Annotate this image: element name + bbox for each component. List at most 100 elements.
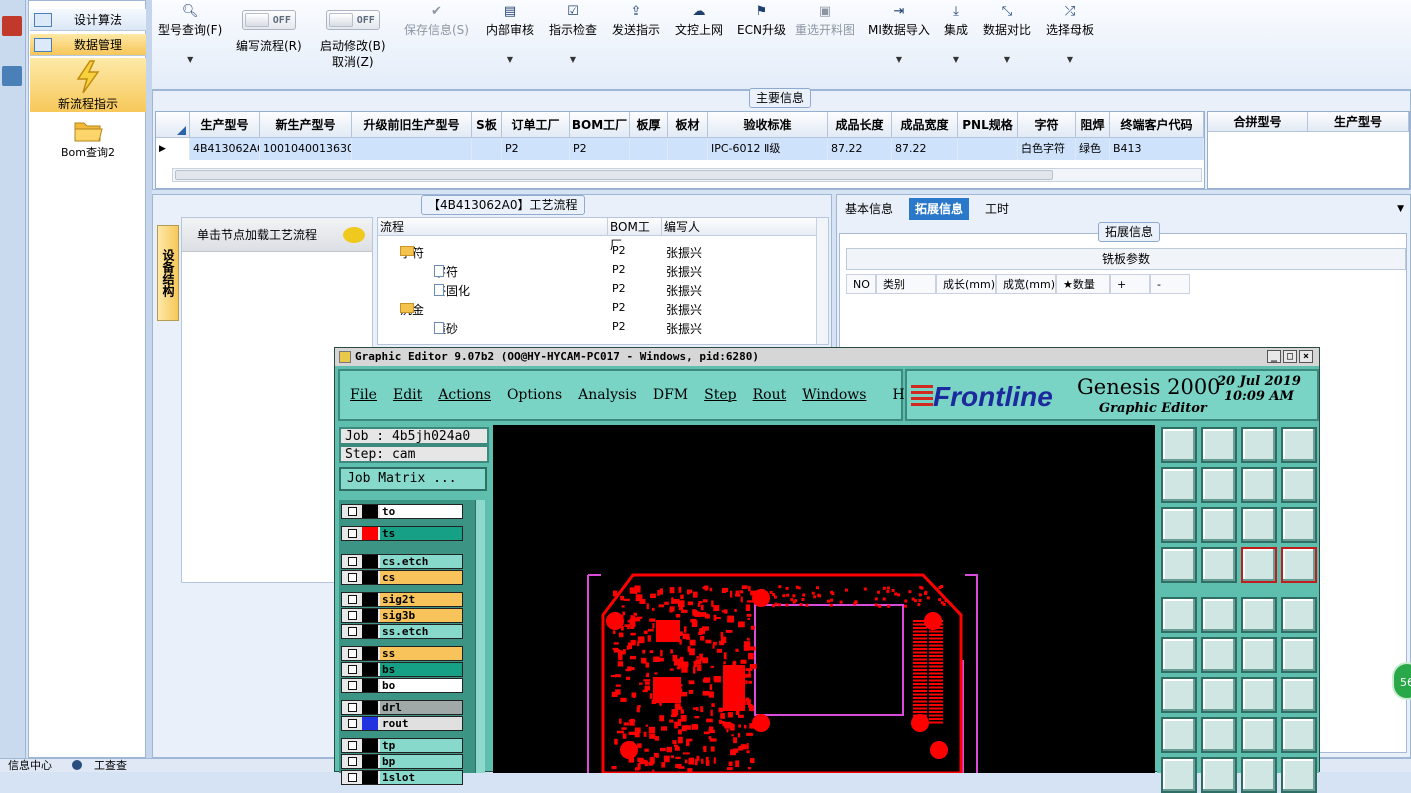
integrate-button[interactable]: ⤓ 集成 ▼ xyxy=(944,4,968,68)
home-icon[interactable] xyxy=(1241,427,1277,463)
maximize-button[interactable]: □ xyxy=(1283,350,1297,363)
column-header[interactable]: 流程 xyxy=(378,218,608,236)
pad-icon[interactable] xyxy=(1281,597,1317,633)
zoom-left-icon[interactable] xyxy=(1161,467,1197,503)
table-cell[interactable] xyxy=(958,138,1018,160)
column-header[interactable]: 编写人 xyxy=(662,218,818,236)
connect-icon[interactable] xyxy=(1161,637,1197,673)
layer-row-ss[interactable]: ss xyxy=(341,646,463,661)
add-pad-icon[interactable] xyxy=(1161,717,1197,753)
column-header[interactable]: S板 xyxy=(472,112,502,138)
close-button[interactable]: × xyxy=(1299,350,1313,363)
notification-badge[interactable]: 56 xyxy=(1392,662,1411,700)
table-cell[interactable]: 白色字符 xyxy=(1018,138,1076,160)
vertical-tab-equipment[interactable]: 设备结构 xyxy=(157,225,179,321)
window-titlebar[interactable]: Graphic Editor 9.07b2 (OO@HY-HYCAM-PC017… xyxy=(335,348,1319,366)
internal-review-button[interactable]: ▤ 内部审核 ▼ xyxy=(486,4,534,68)
menu-rout[interactable]: Rout xyxy=(753,387,787,403)
menu-actions[interactable]: Actions xyxy=(438,387,491,403)
triangle-icon[interactable] xyxy=(1201,757,1237,793)
nav-item-data-management[interactable]: 数据管理 xyxy=(30,34,146,56)
column-header[interactable]: 终端客户代码 xyxy=(1110,112,1204,138)
add-row-button[interactable]: + xyxy=(1110,274,1150,294)
grid-corner[interactable] xyxy=(156,112,190,138)
calculator-icon[interactable] xyxy=(2,66,22,86)
row-indicator[interactable]: ▶ xyxy=(156,138,190,160)
layer-color-swatch[interactable] xyxy=(362,679,378,692)
expand-icon[interactable] xyxy=(1161,507,1197,543)
menu-options[interactable]: Options xyxy=(507,387,562,403)
save-info-button[interactable]: ✔ 保存信息(S) xyxy=(404,4,469,38)
zoom-right-icon[interactable] xyxy=(1201,467,1237,503)
menu-step[interactable]: Step xyxy=(704,387,736,403)
layer-checkbox[interactable] xyxy=(348,757,357,766)
layer-checkbox[interactable] xyxy=(348,773,357,782)
undo-zoom-icon[interactable] xyxy=(1241,467,1277,503)
rotate-icon[interactable] xyxy=(1241,677,1277,713)
layer-color-swatch[interactable] xyxy=(362,505,378,518)
table-cell[interactable]: P2 xyxy=(502,138,570,160)
pcb-canvas[interactable] xyxy=(493,425,1155,773)
layer-color-swatch[interactable] xyxy=(362,663,378,676)
column-header[interactable]: BOM工厂 xyxy=(608,218,662,252)
open-job-icon[interactable] xyxy=(1161,427,1197,463)
arrow-right-icon[interactable] xyxy=(1281,757,1317,793)
tree-row[interactable]: 喷砂 P2 张振兴 xyxy=(378,318,818,337)
layer-checkbox[interactable] xyxy=(348,649,357,658)
column-header[interactable]: 类别 xyxy=(876,274,936,294)
table-cell[interactable]: 4B413062A0 xyxy=(190,138,260,160)
select-icon[interactable] xyxy=(1161,597,1197,633)
help-icon[interactable] xyxy=(1281,507,1317,543)
chevron-down-icon[interactable]: ▼ xyxy=(1397,204,1404,214)
layer-color-swatch[interactable] xyxy=(362,571,378,584)
write-flow-toggle[interactable]: OFF 编写流程(R) xyxy=(236,10,302,54)
model-query-button[interactable]: 🔍︎ 型号查询(F) ▼ xyxy=(158,4,222,68)
menu-dfm[interactable]: DFM xyxy=(653,387,688,403)
column-header[interactable]: 生产型号 xyxy=(1308,112,1409,132)
column-header[interactable]: 生产型号 xyxy=(190,112,260,138)
start-modify-toggle[interactable]: OFF 启动修改(B) 取消(Z) xyxy=(320,10,386,70)
column-header[interactable]: 成宽(mm) xyxy=(996,274,1056,294)
scroll-thumb[interactable] xyxy=(175,170,1053,180)
menu-file[interactable]: File xyxy=(350,387,377,403)
column-header[interactable]: ★数量 xyxy=(1056,274,1110,294)
data-compare-button[interactable]: ⤡ 数据对比 ▼ xyxy=(983,4,1031,68)
column-header[interactable]: 板材 xyxy=(668,112,708,138)
net-red-icon[interactable] xyxy=(1241,547,1277,583)
layer-color-swatch[interactable] xyxy=(362,527,378,540)
table-cell[interactable] xyxy=(668,138,708,160)
layer-row-sig2t[interactable]: sig2t xyxy=(341,592,463,607)
toggle-switch[interactable]: OFF xyxy=(325,10,380,30)
save-job-icon[interactable] xyxy=(1201,427,1237,463)
new-flow-instruction-button[interactable]: 新流程指示 xyxy=(30,58,146,112)
line-icon[interactable] xyxy=(1161,677,1197,713)
column-header[interactable]: 验收标准 xyxy=(708,112,828,138)
table-cell[interactable] xyxy=(630,138,668,160)
tree-row[interactable]: 字符 P2 张振兴 xyxy=(378,261,818,280)
table-cell[interactable]: 绿色 xyxy=(1076,138,1110,160)
mi-data-import-button[interactable]: ⇥ MI数据导入 ▼ xyxy=(868,4,930,68)
layer-color-swatch[interactable] xyxy=(362,701,378,714)
copy-icon[interactable] xyxy=(1281,637,1317,673)
reselect-cut-map-button[interactable]: ▣ 重选开料图 xyxy=(795,4,855,38)
column-header[interactable]: 阻焊 xyxy=(1076,112,1110,138)
remove-row-button[interactable]: - xyxy=(1150,274,1190,294)
bom-query-button[interactable]: Bom查询2 xyxy=(30,119,146,169)
table-cell[interactable]: B413 xyxy=(1110,138,1204,160)
flip-icon[interactable] xyxy=(1281,677,1317,713)
layer-color-swatch[interactable] xyxy=(362,647,378,660)
ecn-upgrade-button[interactable]: ⚑ ECN升级 xyxy=(737,4,786,38)
publish-online-button[interactable]: ☁ 文控上网 xyxy=(675,4,723,38)
layer-row-ss.etch[interactable]: ss.etch xyxy=(341,624,463,639)
layer-color-swatch[interactable] xyxy=(362,739,378,752)
nav-item-design-algorithm[interactable]: 设计算法 xyxy=(30,9,146,31)
table-cell[interactable]: P2 xyxy=(570,138,630,160)
tree-row[interactable]: 字符 P2 张振兴 xyxy=(378,242,818,261)
column-header[interactable]: 字符 xyxy=(1018,112,1076,138)
layer-checkbox[interactable] xyxy=(348,507,357,516)
layer-row-ts[interactable]: ts xyxy=(341,526,463,541)
instruction-check-button[interactable]: ☑ 指示检查 ▼ xyxy=(549,4,597,68)
column-header[interactable]: 板厚 xyxy=(630,112,668,138)
column-header[interactable]: 订单工厂 xyxy=(502,112,570,138)
table-cell[interactable] xyxy=(472,138,502,160)
